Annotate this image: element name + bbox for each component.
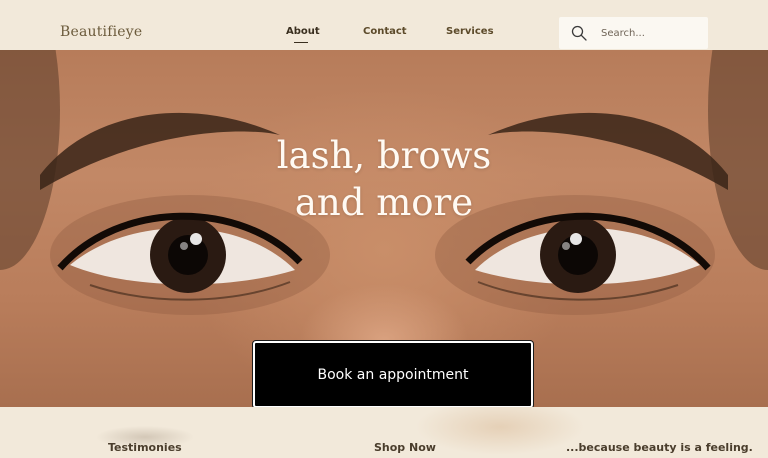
nav-link-about[interactable]: About	[286, 26, 320, 37]
footer-link-testimonies[interactable]: Testimonies	[108, 441, 182, 454]
hero-banner: lash, brows and more Book an appointment	[0, 50, 768, 407]
active-nav-underline	[294, 42, 308, 43]
hero-headline-line-2: and more	[294, 181, 474, 224]
search-box[interactable]	[559, 17, 708, 49]
search-icon[interactable]	[571, 25, 587, 41]
top-navigation-bar: Beautifieye About Contact Services	[0, 0, 768, 50]
book-appointment-button[interactable]: Book an appointment	[253, 341, 533, 407]
hero-headline-line-1: lash, brows	[276, 134, 492, 177]
footer-link-shop-now[interactable]: Shop Now	[374, 441, 436, 454]
search-input[interactable]	[601, 25, 701, 41]
brand-logo[interactable]: Beautifieye	[60, 24, 142, 40]
footer-tagline: ...because beauty is a feeling.	[566, 441, 753, 454]
nav-link-services[interactable]: Services	[446, 26, 494, 37]
nav-link-contact[interactable]: Contact	[363, 26, 407, 37]
